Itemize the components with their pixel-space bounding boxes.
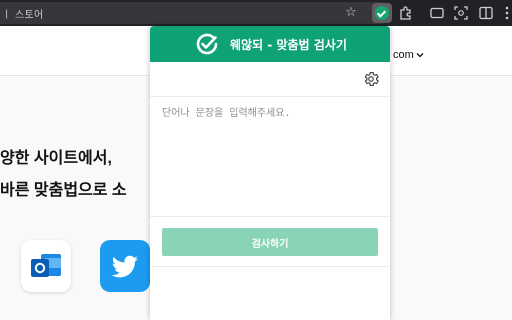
extension-icon[interactable] <box>372 3 392 23</box>
gear-icon[interactable] <box>362 70 380 88</box>
spell-checker-popup: 웨않되 - 맞춤법 검사기 검사하기 <box>150 26 390 320</box>
text-input-area[interactable] <box>162 104 378 214</box>
address-bar[interactable]: ㅣ 스토어 ☆ <box>0 2 392 24</box>
popup-title: 웨않되 - 맞춤법 검사기 <box>230 38 347 52</box>
hero-headline-line1: 양한 사이트에서, <box>0 150 112 167</box>
check-spelling-button[interactable]: 검사하기 <box>162 228 378 256</box>
divider <box>150 266 390 267</box>
hero-headline-line2: 바른 맞춤법으로 소 <box>0 182 127 199</box>
cast-icon[interactable] <box>429 5 445 21</box>
outlook-icon <box>21 240 71 292</box>
browser-toolbar: ㅣ 스토어 ☆ <box>0 0 512 26</box>
more-icon[interactable] <box>499 5 512 21</box>
screenshot-icon[interactable] <box>453 5 469 21</box>
chevron-down-icon[interactable] <box>415 50 425 60</box>
divider <box>150 216 390 217</box>
logo-check-icon <box>196 33 218 55</box>
puzzle-icon[interactable] <box>398 5 414 21</box>
settings-row <box>150 62 390 97</box>
spell-checker-extension-icon <box>375 6 389 20</box>
address-text: ㅣ 스토어 <box>2 10 44 21</box>
star-icon[interactable]: ☆ <box>343 5 359 21</box>
language-selector[interactable]: com <box>393 49 414 61</box>
sidebar-icon[interactable] <box>478 5 494 21</box>
twitter-icon <box>100 240 150 292</box>
popup-header: 웨않되 - 맞춤법 검사기 <box>150 26 390 62</box>
